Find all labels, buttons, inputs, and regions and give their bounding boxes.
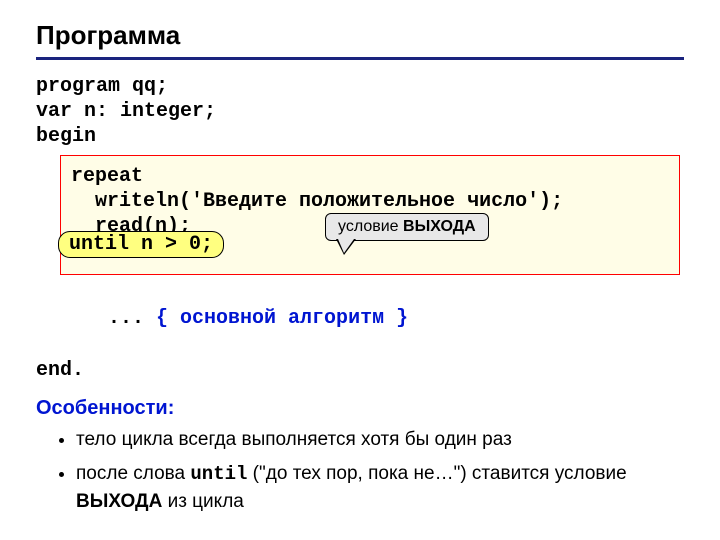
code-line-1: program qq; [36, 74, 684, 99]
page-title: Программа [36, 20, 684, 51]
callout-tail [338, 239, 354, 253]
callout-exit-condition: условие ВЫХОДА [325, 213, 489, 241]
code-line-2: var n: integer; [36, 99, 684, 124]
feature-item-2-p2: ("до тех пор, пока не…") ставится услови… [247, 463, 626, 484]
code-line-3: begin [36, 124, 684, 149]
until-highlight: until n > 0; [58, 231, 224, 258]
title-rule [36, 57, 684, 60]
feature-item-2-p3: из цикла [162, 491, 244, 512]
code-end: end. [36, 358, 684, 383]
feature-item-2-p1: после слова [76, 463, 190, 484]
features-list: тело цикла всегда выполняется хотя бы од… [36, 426, 684, 516]
code-comment: { основной алгоритм } [156, 307, 408, 330]
feature-item-2-code: until [190, 463, 247, 485]
feature-item-1: тело цикла всегда выполняется хотя бы од… [76, 426, 684, 454]
code-block-wrap: repeat writeln('Введите положительное чи… [60, 155, 684, 275]
code-after-box: ... { основной алгоритм } [60, 281, 684, 356]
callout-text-prefix: условие [338, 218, 403, 235]
feature-item-2: после слова until ("до тех пор, пока не…… [76, 460, 684, 516]
callout-text-bold: ВЫХОДА [403, 218, 476, 235]
feature-item-2-bold: ВЫХОДА [76, 491, 162, 512]
features-heading: Особенности: [36, 397, 684, 420]
code-after-box-prefix: ... [108, 307, 156, 330]
code-box-line-2: writeln('Введите положительное число'); [71, 189, 669, 214]
code-box-line-1: repeat [71, 164, 669, 189]
